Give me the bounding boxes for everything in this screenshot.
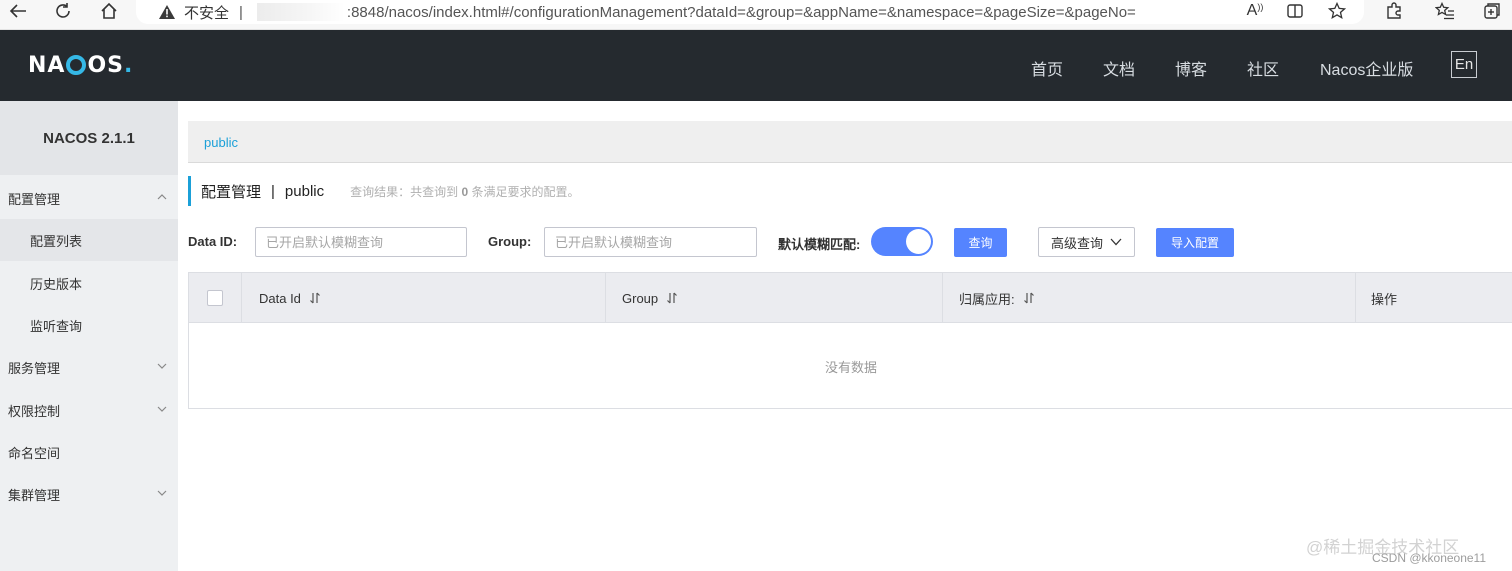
- column-label: 操作: [1371, 291, 1398, 307]
- watermark-sub: CSDN @kkoneone11: [1372, 551, 1487, 565]
- sidebar-item-label: 历史版本: [30, 276, 83, 292]
- read-aloud-icon[interactable]: A)): [1241, 0, 1269, 22]
- nav-docs[interactable]: 文档: [1103, 56, 1135, 80]
- column-label: Group: [622, 290, 659, 306]
- extensions-icon[interactable]: [1380, 0, 1408, 22]
- sort-icon[interactable]: [1023, 291, 1035, 305]
- column-label: 归属应用:: [959, 291, 1015, 307]
- sidebar-item-namespace[interactable]: 命名空间: [0, 431, 178, 473]
- column-group[interactable]: Group: [606, 273, 943, 323]
- namespace-bar: public: [188, 121, 1512, 163]
- column-actions: 操作: [1356, 273, 1512, 323]
- sidebar-item-config-list[interactable]: 配置列表: [0, 219, 178, 261]
- sidebar-item-label: 命名空间: [8, 445, 61, 461]
- redacted-host: [256, 3, 345, 21]
- advanced-query-button[interactable]: 高级查询: [1038, 227, 1135, 257]
- page-title: 配置管理 | public 查询结果：共查询到 0 条满足要求的配置。: [188, 176, 580, 206]
- sidebar-item-label: 监听查询: [30, 318, 83, 334]
- query-button[interactable]: 查询: [954, 228, 1007, 257]
- title-separator: |: [271, 182, 275, 200]
- advanced-query-label: 高级查询: [1050, 235, 1103, 251]
- reload-icon[interactable]: [49, 0, 77, 22]
- logo-ring-icon: [66, 55, 87, 75]
- chevron-down-icon: [1110, 238, 1122, 246]
- url-separator: |: [239, 3, 243, 21]
- column-app[interactable]: 归属应用:: [943, 273, 1356, 323]
- namespace-tab-public[interactable]: public: [204, 135, 238, 150]
- sidebar-group-config[interactable]: 配置管理: [0, 177, 178, 219]
- empty-state-text: 没有数据: [824, 359, 877, 375]
- column-label: Data Id: [259, 290, 301, 306]
- chevron-down-icon: [157, 490, 167, 496]
- sidebar-group-cluster[interactable]: 集群管理: [0, 473, 178, 515]
- version-title: NACOS 2.1.1: [0, 101, 178, 175]
- home-icon[interactable]: [95, 0, 123, 22]
- import-config-button[interactable]: 导入配置: [1156, 228, 1234, 257]
- favorites-bar-icon[interactable]: [1431, 0, 1459, 22]
- fuzzy-match-toggle[interactable]: [871, 227, 933, 256]
- insecure-label: 不安全: [184, 4, 230, 22]
- nav-enterprise[interactable]: Nacos企业版: [1320, 56, 1413, 80]
- chevron-down-icon: [157, 406, 167, 412]
- sidebar-group-service[interactable]: 服务管理: [0, 346, 178, 388]
- sidebar-item-listener-query[interactable]: 监听查询: [0, 304, 178, 346]
- sidebar-item-label: 服务管理: [8, 360, 61, 376]
- address-bar[interactable]: 不安全 | :8848/nacos/index.html#/configurat…: [136, 0, 1364, 24]
- select-all-checkbox[interactable]: [207, 290, 223, 306]
- nav-community[interactable]: 社区: [1247, 56, 1279, 80]
- empty-state: 没有数据: [189, 323, 1512, 409]
- sort-icon[interactable]: [309, 291, 321, 305]
- sidebar-group-permission[interactable]: 权限控制: [0, 389, 178, 431]
- top-header: NA OS. 首页 文档 博客 社区 Nacos企业版 En: [0, 30, 1512, 101]
- data-id-label: Data ID:: [188, 234, 238, 249]
- title-namespace: public: [284, 182, 325, 200]
- chevron-up-icon: [157, 194, 167, 200]
- nav-blog[interactable]: 博客: [1175, 56, 1207, 80]
- sidebar-item-label: 集群管理: [8, 487, 61, 503]
- column-data-id[interactable]: Data Id: [242, 273, 606, 323]
- collections-icon[interactable]: [1478, 0, 1506, 22]
- sidebar-item-label: 配置管理: [8, 191, 61, 207]
- sort-icon[interactable]: [666, 291, 678, 305]
- language-switch-button[interactable]: En: [1451, 51, 1477, 78]
- fuzzy-match-label: 默认模糊匹配:: [778, 237, 861, 252]
- sidebar-item-history[interactable]: 历史版本: [0, 262, 178, 304]
- sidebar-item-label: 配置列表: [30, 233, 83, 249]
- favorite-star-icon[interactable]: [1323, 0, 1351, 22]
- select-all-cell: [189, 273, 242, 323]
- url-text: :8848/nacos/index.html#/configurationMan…: [346, 3, 1136, 21]
- browser-toolbar: 不安全 | :8848/nacos/index.html#/configurat…: [0, 0, 1512, 30]
- back-icon[interactable]: [4, 0, 32, 22]
- nacos-logo[interactable]: NA OS.: [28, 52, 133, 78]
- warning-icon: [159, 5, 175, 19]
- table-header: Data Id Group 归属应用: 操作: [189, 273, 1512, 323]
- query-result-summary: 查询结果：共查询到 0 条满足要求的配置。: [350, 184, 580, 199]
- sidebar-item-label: 权限控制: [8, 403, 61, 419]
- group-label: Group:: [488, 234, 532, 249]
- split-screen-icon[interactable]: [1281, 0, 1309, 22]
- toggle-knob: [906, 229, 931, 254]
- nav-home[interactable]: 首页: [1031, 56, 1063, 80]
- group-input[interactable]: [544, 227, 757, 257]
- config-table: Data Id Group 归属应用: 操作 没有数据: [188, 272, 1512, 409]
- sidebar: NACOS 2.1.1 配置管理 配置列表 历史版本 监听查询 服务管理 权限控…: [0, 101, 178, 571]
- chevron-down-icon: [157, 363, 167, 369]
- page-title-text: 配置管理: [201, 183, 262, 201]
- data-id-input[interactable]: [255, 227, 467, 257]
